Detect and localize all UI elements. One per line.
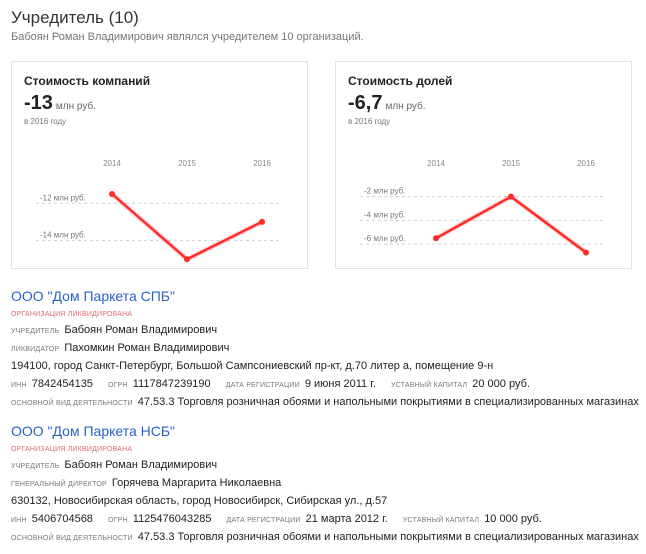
founder-name: Бабоян Роман Владимирович: [64, 324, 218, 336]
activity-value: 47.53.3 Торговля розничная обоями и напо…: [137, 396, 639, 408]
y-tick-label: -14 млн руб.: [40, 231, 86, 240]
reg-date-value: 21 марта 2012 г.: [305, 513, 388, 525]
data-point: [109, 190, 115, 197]
org-status: организация ликвидирована: [11, 446, 133, 453]
data-point: [259, 218, 265, 225]
shares-value-chart: 2014 2015 2016 -2 млн руб. -4 млн руб. -6 млн…: [360, 159, 606, 256]
data-point: [583, 249, 589, 256]
manager-label: ликвидатор: [11, 346, 60, 353]
org-activity-row: основной вид деятельности 47.53.3 Торговл…: [11, 531, 639, 543]
org-ids-row: ИНН 7842454135 ОГРН 1117847239190 дата рег…: [11, 378, 639, 390]
activity-value: 47.53.3 Торговля розничная обоями и напо…: [137, 531, 639, 543]
y-tick-label: -6 млн руб.: [364, 234, 405, 243]
org-entry: ООО "Дом Паркета СПБ" организация ликвид…: [11, 288, 639, 408]
x-tick-label: 2016: [253, 159, 271, 168]
ogrn-label: ОГРН: [108, 517, 128, 524]
companies-value-card: Стоимость компаний -13 млн руб. в 2016 го…: [11, 61, 308, 269]
org-status: организация ликвидирована: [11, 311, 133, 318]
manager-name: Пахомкин Роман Владимирович: [64, 342, 230, 354]
founder-label: учредитель: [11, 328, 60, 335]
ogrn-value: 1125476043285: [132, 513, 212, 525]
org-activity-row: основной вид деятельности 47.53.3 Торговл…: [11, 396, 639, 408]
org-address: 630132, Новосибирская область, город Нов…: [11, 495, 388, 507]
org-manager-row: ликвидатор Пахомкин Роман Владимирович: [11, 342, 639, 354]
capital-value: 20 000 руб.: [472, 378, 530, 390]
org-founder-row: учредитель Бабоян Роман Владимирович: [11, 324, 639, 336]
inn-value: 5406704568: [31, 513, 93, 525]
founder-name: Бабоян Роман Владимирович: [64, 459, 218, 471]
capital-label: уставный капитал: [390, 382, 468, 389]
x-tick-label: 2015: [502, 159, 520, 168]
manager-label: генеральный директор: [11, 481, 107, 488]
inn-value: 7842454135: [31, 378, 93, 390]
x-tick-label: 2014: [427, 159, 445, 168]
org-manager-row: генеральный директор Горячева Маргарита Н…: [11, 477, 639, 489]
shares-value-card: Стоимость долей -6,7 млн руб. в 2016 году…: [335, 61, 632, 269]
data-point: [508, 193, 514, 200]
inn-label: ИНН: [11, 382, 27, 389]
manager-name: Горячева Маргарита Николаевна: [111, 477, 282, 489]
data-point: [433, 235, 439, 242]
companies-value-chart: 2014 2015 2016 -12 млн руб. -14 млн руб.: [36, 159, 282, 263]
ogrn-label: ОГРН: [108, 382, 128, 389]
inn-label: ИНН: [11, 517, 27, 524]
capital-label: уставный капитал: [402, 517, 480, 524]
founder-label: учредитель: [11, 463, 60, 470]
org-entry: ООО "Дом Паркета НСБ" организация ликвид…: [11, 423, 639, 543]
reg-date-value: 9 июня 2011 г.: [304, 378, 376, 390]
org-name-link[interactable]: ООО "Дом Паркета НСБ": [11, 423, 175, 439]
org-founder-row: учредитель Бабоян Роман Владимирович: [11, 459, 639, 471]
ogrn-value: 1117847239190: [132, 378, 211, 390]
data-point: [184, 256, 190, 263]
reg-date-label: дата регистрации: [226, 517, 301, 524]
org-name-link[interactable]: ООО "Дом Паркета СПБ": [11, 288, 175, 304]
activity-label: основной вид деятельности: [11, 400, 133, 407]
x-tick-label: 2015: [178, 159, 196, 168]
section-title: Учредитель (10): [11, 8, 139, 27]
x-tick-label: 2016: [577, 159, 595, 168]
capital-value: 10 000 руб.: [484, 513, 542, 525]
org-address: 194100, город Санкт-Петербург, Большой С…: [11, 360, 494, 372]
section-subtitle: Бабоян Роман Владимирович являлся учреди…: [11, 31, 364, 43]
activity-label: основной вид деятельности: [11, 535, 133, 542]
y-tick-label: -4 млн руб.: [364, 210, 405, 219]
reg-date-label: дата регистрации: [225, 382, 300, 389]
org-ids-row: ИНН 5406704568 ОГРН 1125476043285 дата рег…: [11, 513, 639, 525]
y-tick-label: -12 млн руб.: [40, 193, 86, 202]
y-tick-label: -2 млн руб.: [364, 187, 405, 196]
x-tick-label: 2014: [103, 159, 121, 168]
